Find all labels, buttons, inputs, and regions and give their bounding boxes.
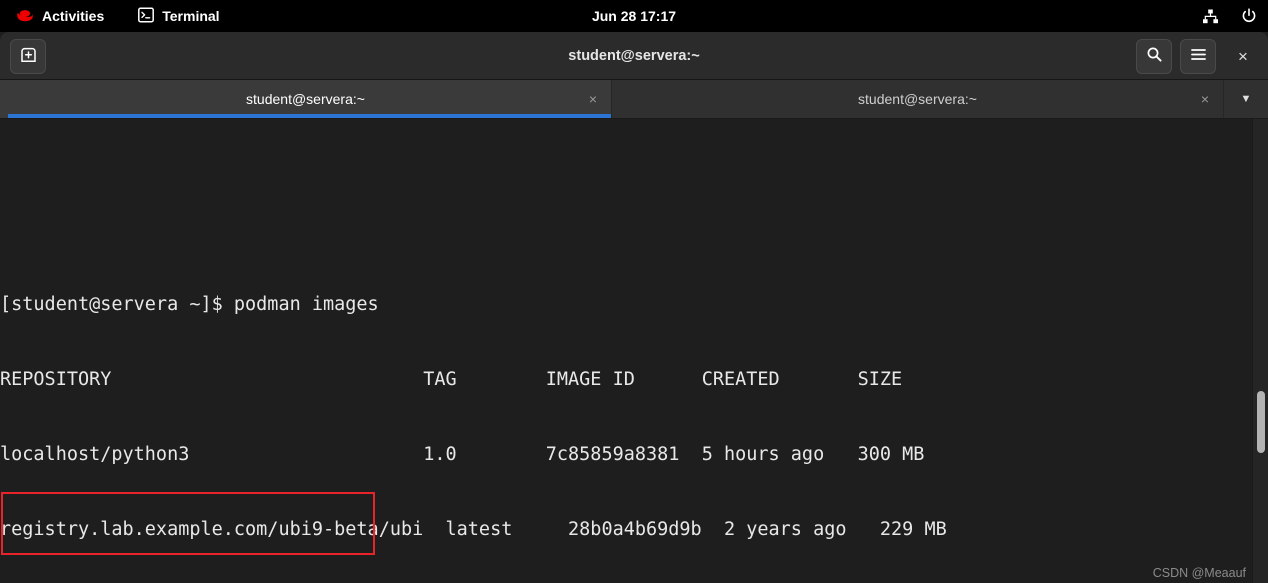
menu-button[interactable] (1180, 39, 1216, 74)
header-left-buttons (10, 39, 46, 74)
tab-1[interactable]: student@servera:~ × (612, 80, 1224, 118)
activities-button[interactable]: Activities (10, 5, 110, 28)
search-icon (1146, 46, 1163, 68)
terminal-app-menu[interactable]: Terminal (132, 4, 225, 29)
top-bar-left-group: Activities Terminal (0, 0, 226, 32)
header-right-buttons: × (1136, 39, 1260, 74)
window-title: student@servera:~ (0, 32, 1268, 79)
scrollbar-thumb[interactable] (1257, 391, 1265, 453)
window-header-bar: student@servera:~ × (0, 32, 1268, 80)
terminal-line: [student@servera ~]$ podman images (0, 294, 379, 315)
gnome-top-bar: Activities Terminal Jun 28 17:17 (0, 0, 1268, 32)
chevron-down-icon: ▼ (1240, 93, 1252, 105)
tab-close-icon[interactable]: × (1201, 92, 1209, 106)
tab-0[interactable]: student@servera:~ × (0, 80, 612, 118)
terminal-app-label: Terminal (162, 8, 220, 24)
search-button[interactable] (1136, 39, 1172, 74)
tab-label: student@servera:~ (858, 91, 977, 107)
terminal-window: student@servera:~ × student@servera:~ × … (0, 32, 1268, 583)
network-icon[interactable] (1199, 6, 1222, 27)
terminal-line: REPOSITORY TAG IMAGE ID CREATED SIZE (0, 369, 903, 390)
close-icon: × (1238, 46, 1248, 66)
terminal-screen[interactable]: [student@servera ~]$ podman images REPOS… (0, 119, 1268, 583)
clock-label: Jun 28 17:17 (591, 8, 677, 24)
terminal-scrollbar[interactable] (1252, 119, 1268, 583)
system-status-area[interactable] (1199, 0, 1260, 32)
window-title-label: student@servera:~ (568, 47, 700, 64)
redhat-logo-icon (16, 8, 34, 25)
tab-list-dropdown-button[interactable]: ▼ (1224, 80, 1268, 118)
activities-label: Activities (42, 8, 105, 24)
new-tab-icon (20, 46, 37, 68)
power-icon[interactable] (1238, 5, 1260, 27)
terminal-icon (138, 7, 155, 26)
tab-bar: student@servera:~ × student@servera:~ × … (0, 80, 1268, 119)
hamburger-menu-icon (1190, 48, 1207, 66)
new-tab-button[interactable] (10, 39, 46, 74)
tab-label: student@servera:~ (246, 91, 365, 107)
watermark: CSDN @Meaauf (1152, 566, 1246, 580)
terminal-output: [student@servera ~]$ podman images REPOS… (0, 242, 1240, 583)
window-close-button[interactable]: × (1226, 40, 1260, 73)
tab-close-icon[interactable]: × (589, 92, 597, 106)
terminal-line: localhost/python3 1.0 7c85859a8381 5 hou… (0, 444, 925, 465)
terminal-line: registry.lab.example.com/ubi9-beta/ubi l… (0, 519, 947, 540)
